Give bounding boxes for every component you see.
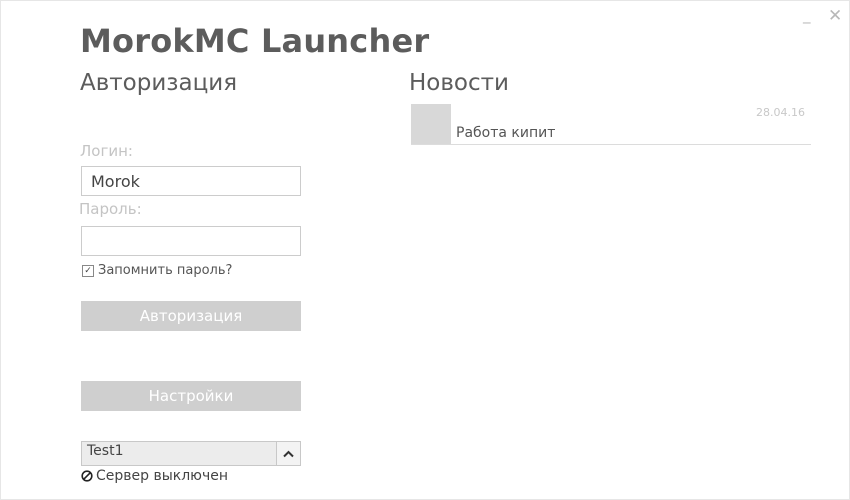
disabled-icon [81,470,93,482]
chevron-up-icon[interactable] [276,442,300,465]
launcher-window: _ ✕ MorokMC Launcher Авторизация Логин: … [0,0,850,500]
login-button[interactable]: Авторизация [81,301,301,331]
app-title: MorokMC Launcher [80,22,430,60]
close-button[interactable]: ✕ [828,7,842,25]
password-input[interactable] [81,226,301,256]
settings-button[interactable]: Настройки [81,381,301,411]
auth-section-title: Авторизация [80,70,238,96]
news-section-title: Новости [409,70,509,96]
remember-password-option[interactable]: ✓ Запомнить пароль? [82,263,232,278]
password-label: Пароль: [79,200,142,218]
server-select-value: Test1 [87,443,124,459]
server-status-text: Сервер выключен [96,468,229,484]
news-item[interactable]: 28.04.16 Работа кипит [411,104,811,145]
news-date: 28.04.16 [756,106,805,119]
server-status: Сервер выключен [81,468,228,484]
minimize-button[interactable]: _ [803,6,811,24]
news-thumbnail [411,104,451,144]
remember-label: Запомнить пароль? [98,263,233,278]
news-text: Работа кипит [456,125,556,141]
server-select[interactable]: Test1 [81,441,301,466]
login-input[interactable] [81,166,301,196]
login-label: Логин: [80,142,133,160]
remember-checkbox[interactable]: ✓ [82,264,94,277]
